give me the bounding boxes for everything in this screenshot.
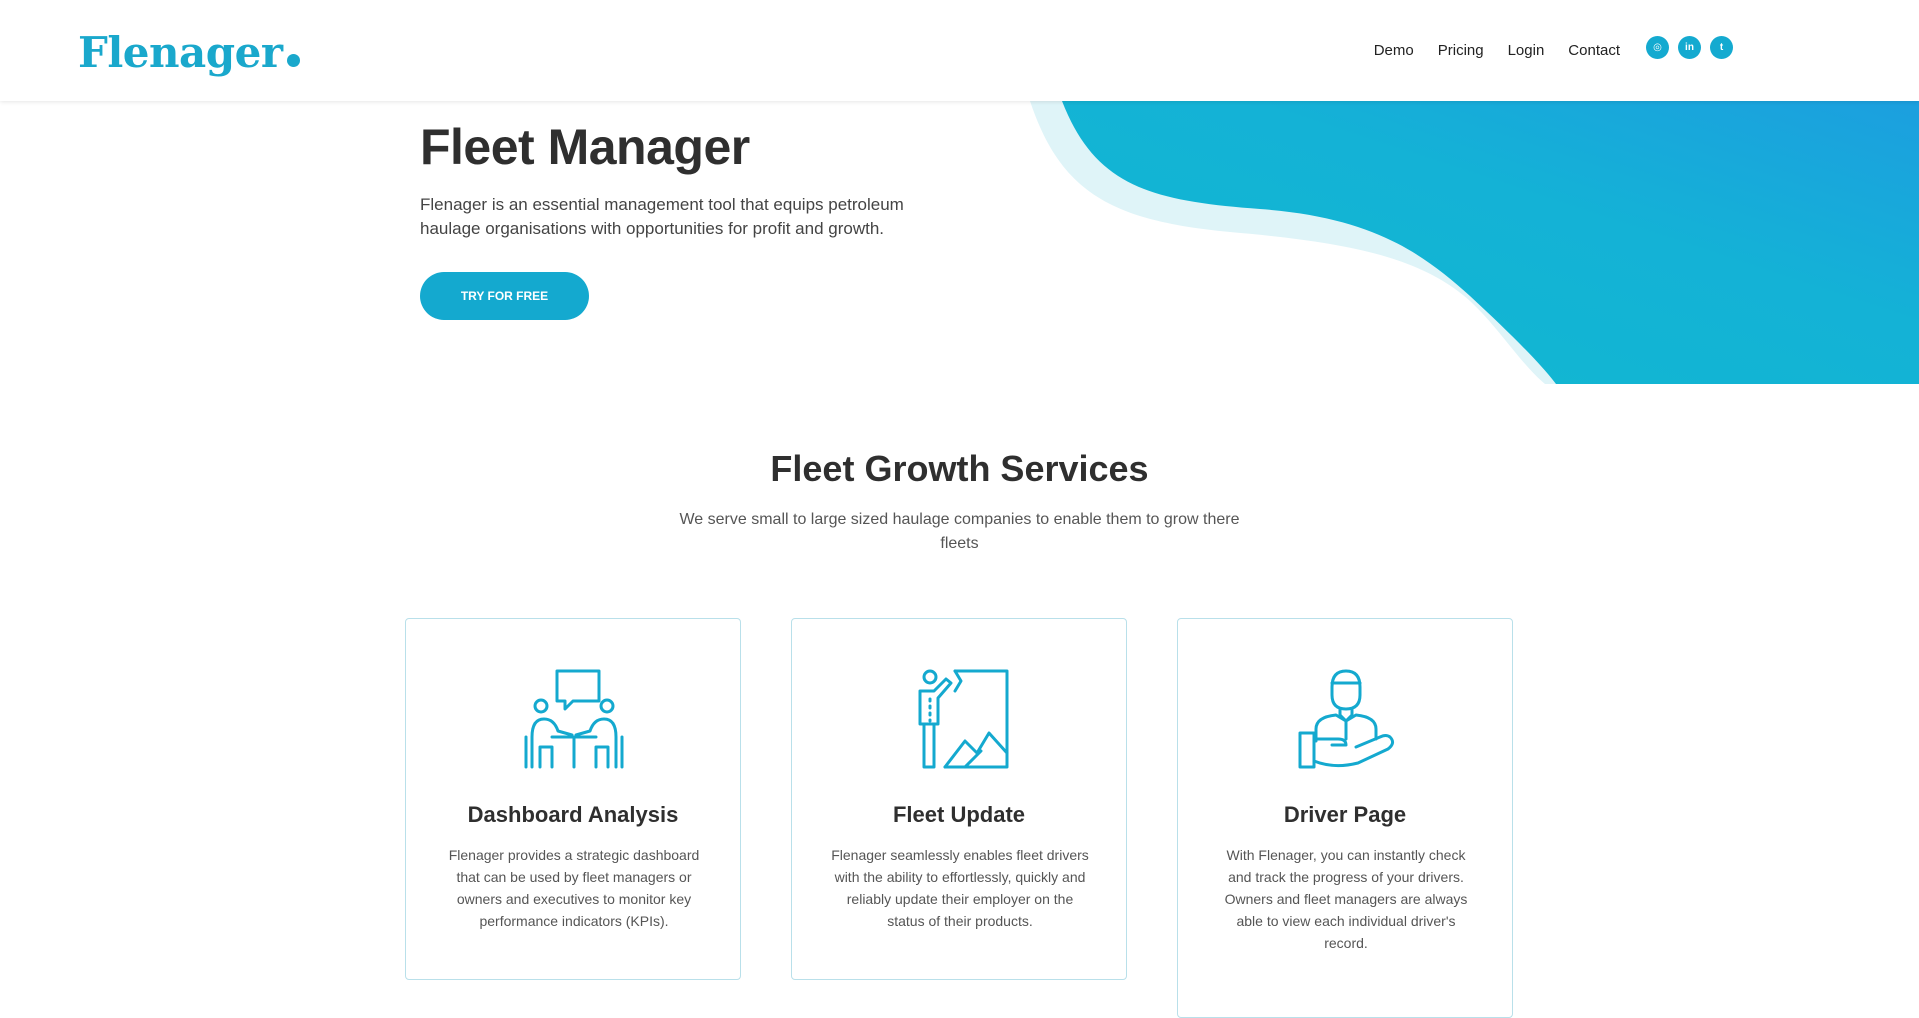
nav-contact[interactable]: Contact	[1568, 42, 1620, 59]
meeting-icon	[524, 669, 624, 769]
twitter-icon[interactable]: t	[1710, 36, 1733, 59]
card-title: Dashboard Analysis	[467, 802, 679, 827]
nav-pricing[interactable]: Pricing	[1438, 42, 1484, 59]
try-for-free-button[interactable]: TRY FOR FREE	[420, 272, 589, 320]
instagram-icon[interactable]: ◎	[1646, 36, 1669, 59]
nav-demo[interactable]: Demo	[1374, 42, 1414, 59]
nav-login[interactable]: Login	[1508, 42, 1545, 59]
services-subtitle: We serve small to large sized haulage co…	[679, 511, 1240, 552]
services-title: Fleet Growth Services	[770, 448, 1149, 489]
hero-description: Flenager is an essential management tool…	[420, 195, 904, 238]
logo[interactable]: Flenager	[78, 28, 301, 77]
presentation-icon	[918, 669, 1009, 769]
main-nav: Demo Pricing Login Contact ◎ in t	[1350, 36, 1733, 62]
service-card-dashboard-analysis: Dashboard Analysis Flenager provides a s…	[405, 618, 741, 980]
card-title: Driver Page	[1283, 802, 1407, 827]
service-card-fleet-update: Fleet Update Flenager seamlessly enables…	[791, 618, 1127, 980]
driver-hand-icon	[1298, 669, 1395, 769]
service-card-driver-page: Driver Page With Flenager, you can insta…	[1177, 618, 1513, 1018]
linkedin-icon[interactable]: in	[1678, 36, 1701, 59]
logo-text: Flenager	[78, 28, 283, 77]
wave-main-layer	[1062, 101, 1919, 384]
social-links: ◎ in t	[1646, 36, 1733, 59]
site-header: Flenager Demo Pricing Login Contact ◎ in…	[0, 0, 1919, 101]
hero-wave-decoration	[1030, 101, 1919, 384]
card-text: With Flenager, you can instantly check a…	[1224, 847, 1468, 951]
hero-title: Fleet Manager	[420, 119, 750, 175]
card-text: Flenager seamlessly enables fleet driver…	[831, 847, 1089, 929]
logo-dot-icon	[287, 54, 301, 67]
card-title: Fleet Update	[892, 802, 1026, 827]
card-text: Flenager provides a strategic dashboard …	[448, 847, 700, 929]
